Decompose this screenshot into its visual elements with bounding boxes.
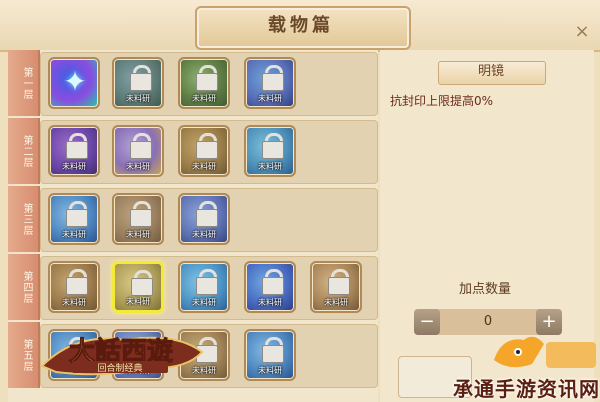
locked-label: 未料研 — [62, 298, 86, 307]
locked-label: 未料研 — [324, 298, 348, 307]
locked-label: 未料研 — [126, 297, 150, 306]
lock-icon — [66, 277, 88, 295]
watermark-text: 承通手游资讯网 — [453, 377, 600, 401]
lock-icon — [262, 277, 284, 295]
lock-icon — [130, 209, 152, 227]
locked-label: 未料研 — [126, 94, 150, 103]
skill-slot[interactable]: 未料研 — [178, 125, 230, 177]
lock-icon — [131, 278, 153, 296]
skill-slot[interactable]: 未料研 — [244, 125, 296, 177]
close-icon[interactable]: × — [570, 20, 594, 44]
skill-slot[interactable]: 未料研 — [112, 261, 164, 313]
locked-label: 未料研 — [126, 230, 150, 239]
lock-icon — [262, 345, 284, 363]
lock-icon — [196, 73, 218, 91]
skill-slot[interactable]: 未料研 — [244, 261, 296, 313]
locked-label: 未料研 — [258, 298, 282, 307]
locked-label: 未料研 — [258, 94, 282, 103]
lock-icon — [196, 277, 218, 295]
lock-icon — [196, 209, 218, 227]
lock-icon — [328, 277, 350, 295]
lock-icon — [66, 209, 88, 227]
points-value[interactable]: 0 — [444, 312, 532, 332]
skill-slot[interactable]: 未料研 — [112, 125, 164, 177]
tier-label: 第二层 — [21, 134, 32, 168]
window-title: 载物篇 — [268, 15, 334, 36]
locked-label: 未料研 — [192, 162, 216, 171]
skill-slot[interactable]: 未料研 — [310, 261, 362, 313]
locked-label: 未料研 — [258, 162, 282, 171]
locked-label: 未料研 — [62, 230, 86, 239]
lock-icon — [66, 141, 88, 159]
lock-icon — [262, 141, 284, 159]
skill-slot[interactable]: 未料研 — [178, 193, 230, 245]
skill-slot[interactable]: 未料研 — [178, 57, 230, 109]
points-label: 加点数量 — [458, 282, 511, 297]
minus-button[interactable]: − — [414, 309, 440, 335]
lock-icon — [130, 141, 152, 159]
skill-slot[interactable]: 未料研 — [48, 125, 100, 177]
watermark-logo — [494, 336, 596, 368]
skill-slot[interactable]: 未料研 — [244, 57, 296, 109]
tier-label: 第三层 — [21, 202, 32, 236]
skill-slot[interactable]: 未料研 — [48, 193, 100, 245]
skill-slot[interactable]: 未料研 — [112, 57, 164, 109]
locked-label: 未料研 — [62, 162, 86, 171]
skill-icon: ✦ — [63, 65, 87, 98]
tier-row: 第三层未料研 未料研 未料研 — [8, 186, 378, 252]
locked-label: 未料研 — [192, 94, 216, 103]
skill-slot[interactable]: 未料研 — [178, 261, 230, 313]
locked-label: 未料研 — [126, 162, 150, 171]
lock-icon — [262, 73, 284, 91]
tier-label: 第四层 — [21, 270, 32, 304]
skill-slot[interactable]: 未料研 — [112, 193, 164, 245]
skill-slot[interactable]: 未料研 — [48, 261, 100, 313]
lock-icon — [196, 141, 218, 159]
tier-label: 第五层 — [21, 338, 32, 372]
lock-icon — [130, 73, 152, 91]
skill-slot[interactable]: ✦ — [48, 57, 100, 109]
tier-row: 第一层 ✦ 未料研 未料研 未料研 — [8, 50, 378, 116]
locked-label: 未料研 — [192, 298, 216, 307]
skill-slot[interactable]: 未料研 — [244, 329, 296, 381]
item-name: 明镜 — [477, 64, 504, 79]
locked-label: 未料研 — [258, 366, 282, 375]
item-effect: 抗封印上限提高0% — [390, 94, 494, 108]
tier-row: 第二层未料研 未料研 未料研 未料研 — [8, 118, 378, 184]
logo-subtitle: 回合制经典 — [72, 361, 168, 374]
tier-row: 第四层未料研 未料研 未料研 未料研 未料研 — [8, 254, 378, 320]
tier-label: 第一层 — [21, 66, 32, 100]
locked-label: 未料研 — [192, 230, 216, 239]
